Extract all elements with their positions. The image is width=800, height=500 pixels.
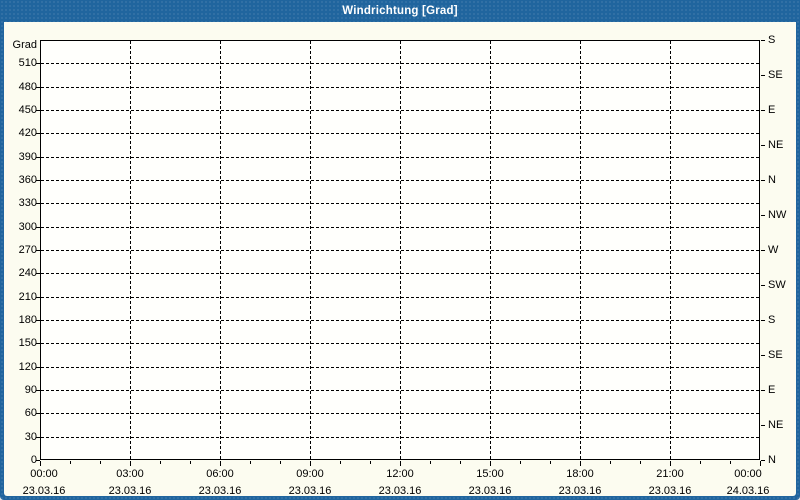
y-left-tick-label: 180 xyxy=(18,314,37,326)
x-tick-minor xyxy=(250,461,251,464)
y-right-tick xyxy=(761,355,765,356)
x-tick-major xyxy=(760,461,761,466)
x-tick-minor xyxy=(70,461,71,464)
y-right-tick xyxy=(761,285,765,286)
v-gridline xyxy=(130,41,131,459)
chart-canvas: Grad 510 480 450 420 390 360 330 300 270 240 210 180… xyxy=(0,0,800,500)
y-left-tick-label: 450 xyxy=(18,104,37,116)
chart-window: Windrichtung [Grad] Grad 510 480 450 420 390 3… xyxy=(0,0,800,500)
y-right-tick xyxy=(761,320,765,321)
y-right-tick-label: NE xyxy=(768,419,784,431)
x-tick-time-label: 09:00 xyxy=(296,468,324,480)
y-left-tick-label: 30 xyxy=(24,431,37,443)
y-left-tick-label: 330 xyxy=(18,197,37,209)
x-tick-major xyxy=(220,461,221,466)
x-tick-time-label: 21:00 xyxy=(656,468,684,480)
x-tick-time-label: 06:00 xyxy=(206,468,234,480)
y-left-tick-label: 210 xyxy=(18,291,37,303)
x-tick-minor xyxy=(190,461,191,464)
y-left-tick-label: 510 xyxy=(18,57,37,69)
x-tick-date-label: 23.03.16 xyxy=(378,485,422,497)
y-right-tick xyxy=(761,40,765,41)
x-tick-minor xyxy=(100,461,101,464)
y-right-tick xyxy=(761,215,765,216)
y-left-tick-label: 150 xyxy=(18,337,37,349)
y-left-tick-label: 60 xyxy=(24,407,37,419)
y-left-tick-label: 360 xyxy=(18,174,37,186)
x-tick-major xyxy=(40,461,41,466)
y-left-tick-label: 120 xyxy=(18,361,37,373)
x-tick-time-label: 15:00 xyxy=(476,468,504,480)
y-right-tick-label: SE xyxy=(768,69,783,81)
x-tick-time-label: 18:00 xyxy=(566,468,594,480)
x-tick-minor xyxy=(460,461,461,464)
y-right-tick xyxy=(761,145,765,146)
y-right-tick xyxy=(761,460,765,461)
x-tick-minor xyxy=(160,461,161,464)
v-gridline xyxy=(580,41,581,459)
x-tick-date-label: 23.03.16 xyxy=(468,485,512,497)
y-left-tick-label: 0 xyxy=(30,454,37,466)
y-axis-unit-label: Grad xyxy=(12,39,37,51)
y-right-tick xyxy=(761,75,765,76)
y-left-tick-label: 300 xyxy=(18,221,37,233)
x-tick-time-label: 00:00 xyxy=(30,468,58,480)
x-tick-time-label: 00:00 xyxy=(734,468,762,480)
x-tick-minor xyxy=(520,461,521,464)
v-gridline xyxy=(490,41,491,459)
y-left-tick-label: 270 xyxy=(18,244,37,256)
y-right-tick-label: SW xyxy=(768,279,786,291)
y-right-tick xyxy=(761,110,765,111)
x-tick-minor xyxy=(640,461,641,464)
y-right-tick-label: SE xyxy=(768,349,783,361)
x-tick-time-label: 12:00 xyxy=(386,468,414,480)
x-tick-major xyxy=(580,461,581,466)
x-tick-time-label: 03:00 xyxy=(116,468,144,480)
x-tick-date-label: 23.03.16 xyxy=(648,485,692,497)
x-tick-minor xyxy=(430,461,431,464)
x-tick-major xyxy=(490,461,491,466)
x-tick-major xyxy=(130,461,131,466)
y-left-tick-label: 240 xyxy=(18,267,37,279)
y-left-tick-label: 90 xyxy=(24,384,37,396)
y-right-tick-label: S xyxy=(768,34,776,46)
v-gridline xyxy=(220,41,221,459)
x-tick-major xyxy=(670,461,671,466)
y-left-tick-label: 480 xyxy=(18,81,37,93)
x-tick-major xyxy=(400,461,401,466)
x-tick-date-label: 23.03.16 xyxy=(108,485,152,497)
y-right-tick-label: NE xyxy=(768,139,784,151)
v-gridline xyxy=(670,41,671,459)
y-right-tick-label: E xyxy=(768,104,776,116)
x-tick-minor xyxy=(700,461,701,464)
y-right-tick-label: W xyxy=(768,244,779,256)
y-right-tick-label: E xyxy=(768,384,776,396)
y-right-tick-label: N xyxy=(768,454,776,466)
y-right-tick-label: S xyxy=(768,314,776,326)
x-tick-date-label: 24.03.16 xyxy=(726,485,770,497)
y-right-tick xyxy=(761,180,765,181)
x-tick-minor xyxy=(340,461,341,464)
x-tick-date-label: 23.03.16 xyxy=(22,485,66,497)
x-tick-minor xyxy=(610,461,611,464)
y-right-tick-label: N xyxy=(768,174,776,186)
x-tick-minor xyxy=(730,461,731,464)
x-tick-major xyxy=(310,461,311,466)
x-tick-date-label: 23.03.16 xyxy=(558,485,602,497)
y-right-tick-label: NW xyxy=(768,209,787,221)
y-left-tick-label: 390 xyxy=(18,151,37,163)
x-tick-date-label: 23.03.16 xyxy=(198,485,242,497)
x-tick-date-label: 23.03.16 xyxy=(288,485,332,497)
x-tick-minor xyxy=(550,461,551,464)
y-right-tick xyxy=(761,250,765,251)
v-gridline xyxy=(400,41,401,459)
y-left-tick-label: 420 xyxy=(18,127,37,139)
x-tick-minor xyxy=(370,461,371,464)
y-right-tick xyxy=(761,390,765,391)
v-gridline xyxy=(310,41,311,459)
y-right-tick xyxy=(761,425,765,426)
x-tick-minor xyxy=(280,461,281,464)
